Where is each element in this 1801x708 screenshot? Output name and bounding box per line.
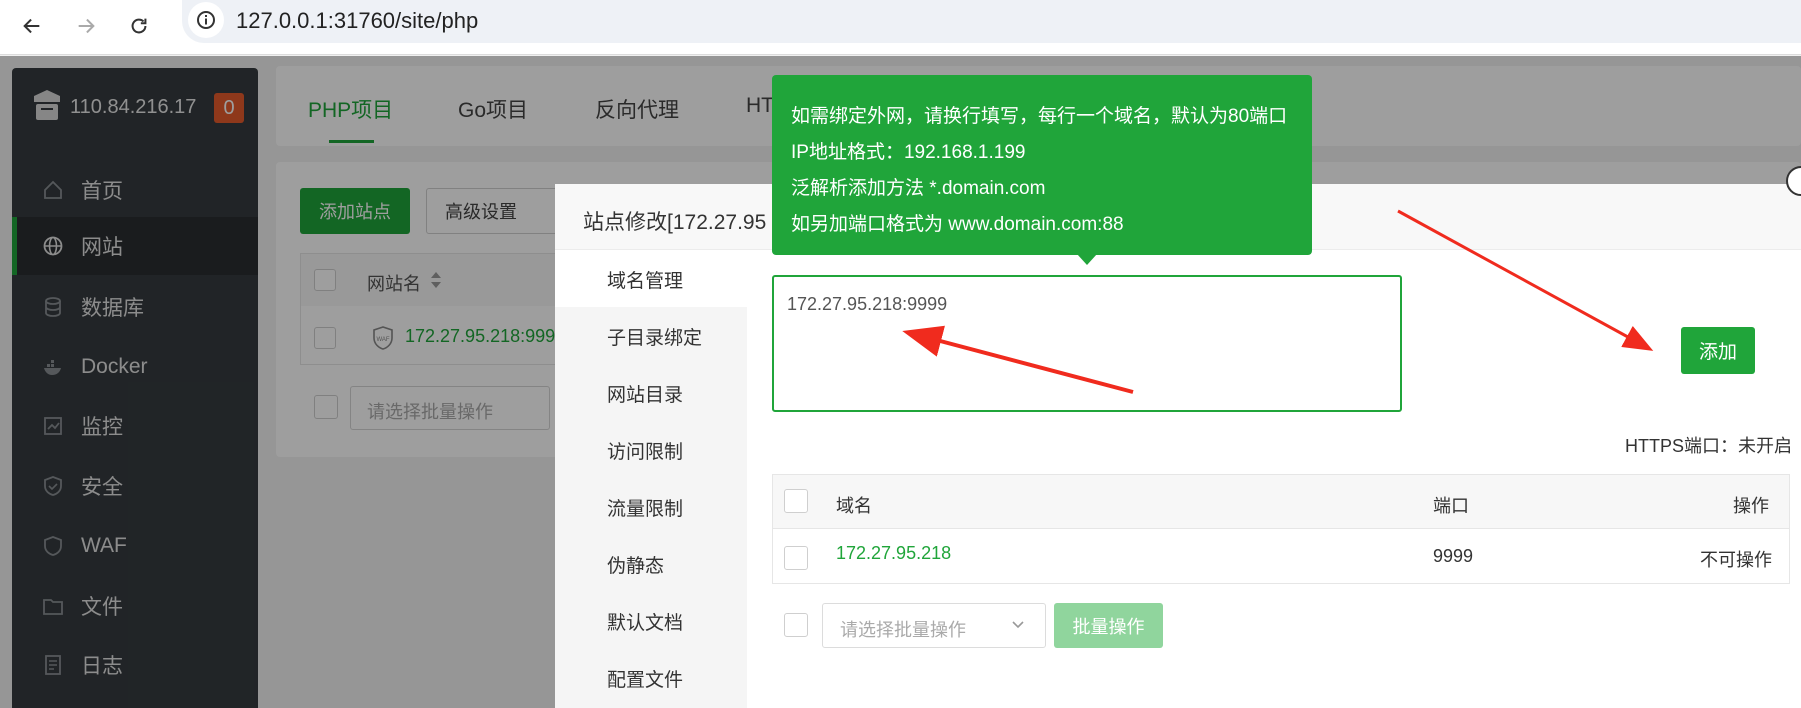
domain-textarea-value: 172.27.95.218:9999 [787,294,948,314]
menu-default-document[interactable]: 默认文档 [555,592,747,649]
menu-label: 访问限制 [607,442,684,463]
reload-button[interactable] [119,6,159,46]
column-port: 端口 [1433,496,1469,516]
site-edit-modal: 站点修改[172.27.95 域名管理 子目录绑定 网站目录 访问限制 流量限制… [555,184,1801,708]
menu-domain-management[interactable]: 域名管理 [555,250,747,307]
reload-icon [131,18,147,34]
batch-select-placeholder: 请选择批量操作 [840,620,966,640]
back-button[interactable] [12,6,52,46]
menu-label: 子目录绑定 [607,328,703,349]
menu-label: 配置文件 [607,670,684,691]
domain-link[interactable]: 172.27.95.218 [836,543,951,564]
info-icon [197,11,215,29]
add-domain-button[interactable]: 添加 [1681,327,1755,374]
menu-label: 网站目录 [607,385,684,406]
select-all-checkbox[interactable] [784,489,808,513]
menu-label: 伪静态 [607,556,665,577]
port-value: 9999 [1433,546,1474,566]
domain-help-tooltip: 如需绑定外网，请换行填写，每行一个域名，默认为80端口 IP地址格式：192.1… [772,75,1312,255]
forward-button[interactable] [66,6,106,46]
site-info-button[interactable] [188,2,224,38]
menu-config-file[interactable]: 配置文件 [555,649,747,706]
url-text: 127.0.0.1:31760/site/php [236,8,479,33]
tooltip-line: 如另加端口格式为 www.domain.com:88 [791,214,1124,235]
batch-action-select[interactable]: 请选择批量操作 [822,603,1046,648]
table-row: 172.27.95.218 9999 不可操作 [773,529,1789,585]
menu-label: 域名管理 [607,271,684,292]
batch-action-button[interactable]: 批量操作 [1054,603,1163,648]
menu-subdirectory-binding[interactable]: 子目录绑定 [555,307,747,364]
arrow-left-icon [23,18,40,34]
tooltip-line: 如需绑定外网，请换行填写，每行一个域名，默认为80端口 [791,106,1288,127]
chevron-down-icon [1012,621,1024,629]
browser-toolbar: 127.0.0.1:31760/site/php [0,0,1801,55]
menu-label: 默认文档 [607,613,684,634]
tooltip-line: 泛解析添加方法 *.domain.com [791,178,1046,199]
menu-site-directory[interactable]: 网站目录 [555,364,747,421]
tooltip-line: IP地址格式：192.168.1.199 [791,142,1026,163]
row-checkbox[interactable] [784,546,808,570]
menu-traffic-limit[interactable]: 流量限制 [555,478,747,535]
arrow-right-icon [78,18,95,34]
https-status: HTTPS端口：未开启 [1625,436,1793,456]
menu-rewrite[interactable]: 伪静态 [555,535,747,592]
menu-access-limit[interactable]: 访问限制 [555,421,747,478]
menu-label: 流量限制 [607,499,684,520]
modal-title: 站点修改[172.27.95 [583,211,767,234]
batch-select-checkbox[interactable] [784,613,808,637]
domain-textarea[interactable]: 172.27.95.218:9999 [772,275,1402,412]
tooltip-pointer [1077,254,1097,265]
domain-table: 域名 端口 操作 172.27.95.218 9999 不可操作 [772,474,1790,584]
column-domain: 域名 [836,496,872,516]
table-header: 域名 端口 操作 [773,475,1789,529]
modal-menu: 域名管理 子目录绑定 网站目录 访问限制 流量限制 伪静态 默认文档 配置文件 [555,250,747,708]
column-action: 操作 [1733,496,1769,516]
action-text: 不可操作 [1700,550,1772,570]
